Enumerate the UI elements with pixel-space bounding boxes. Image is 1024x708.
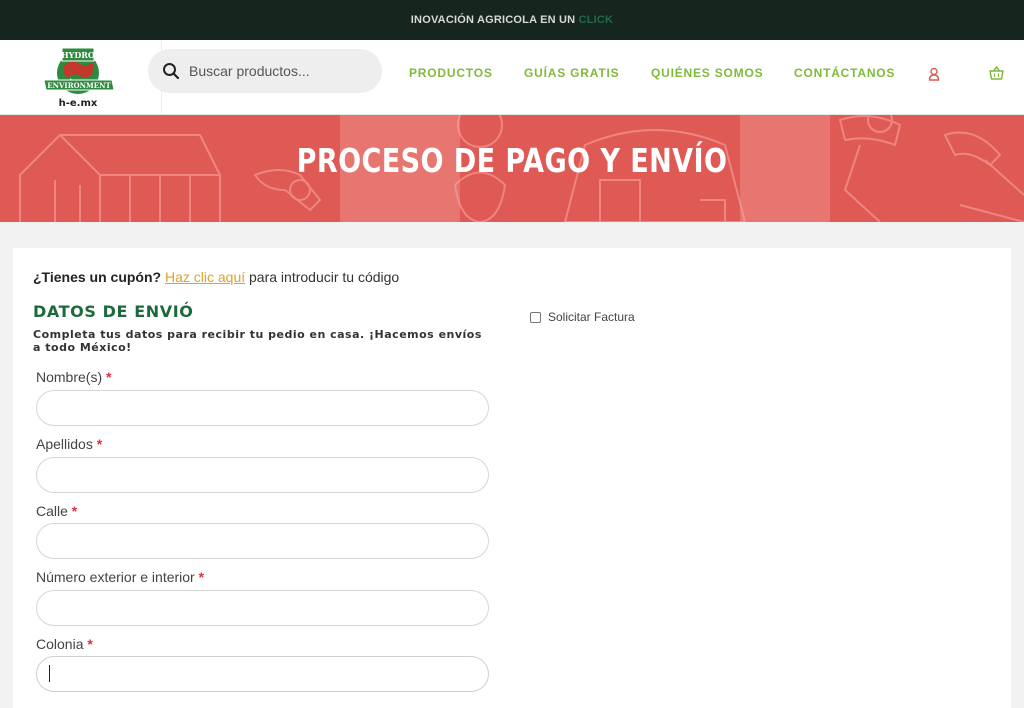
field-label-calle: Calle * xyxy=(36,503,77,519)
invoice-checkbox[interactable] xyxy=(530,311,541,323)
site-header: HYDRO ENVIRONMENT h-e.mx PRODUCTOS GUÍAS… xyxy=(0,40,1024,115)
nav-quienes-somos[interactable]: QUIÉNES SOMOS xyxy=(651,66,763,80)
field-label-text: Número exterior e interior xyxy=(36,569,195,585)
field-label-nombre: Nombre(s) * xyxy=(36,369,111,385)
field-label-text: Nombre(s) xyxy=(36,369,103,385)
page-title: PROCESO DE PAGO Y ENVÍO xyxy=(296,141,728,180)
logo-band-text: ENVIRONMENT xyxy=(47,81,111,90)
field-label-text: Colonia xyxy=(36,636,84,652)
field-label-numero: Número exterior e interior * xyxy=(36,569,204,585)
user-icon[interactable] xyxy=(928,67,940,81)
field-label-text: Calle xyxy=(36,503,68,519)
cart-icon[interactable] xyxy=(989,66,1004,80)
numero-input[interactable] xyxy=(36,590,489,626)
search-icon[interactable] xyxy=(162,62,180,80)
coupon-question: ¿Tienes un cupón? xyxy=(33,269,162,285)
field-label-apellidos: Apellidos * xyxy=(36,436,102,452)
field-label-text: Apellidos xyxy=(36,436,93,452)
page-banner: PROCESO DE PAGO Y ENVÍO xyxy=(0,115,1024,222)
checkout-card: ¿Tienes un cupón? Haz clic aquí para int… xyxy=(13,248,1011,708)
invoice-label[interactable]: Solicitar Factura xyxy=(548,310,635,324)
nombre-input[interactable] xyxy=(36,390,489,426)
nav-guias-gratis[interactable]: GUÍAS GRATIS xyxy=(524,66,619,80)
required-mark: * xyxy=(198,569,205,585)
announcement-main: INOVACIÓN AGRICOLA EN UN xyxy=(410,14,576,26)
nav-productos[interactable]: PRODUCTOS xyxy=(409,66,493,80)
logo-graphic: HYDRO ENVIRONMENT h-e.mx xyxy=(43,47,115,109)
required-mark: * xyxy=(106,369,112,385)
coupon-link[interactable]: Haz clic aquí xyxy=(165,269,245,285)
coupon-notice: ¿Tienes un cupón? Haz clic aquí para int… xyxy=(33,269,399,285)
nav-contactanos[interactable]: CONTÁCTANOS xyxy=(794,66,895,80)
announcement-accent: CLICK xyxy=(578,14,614,26)
site-logo[interactable]: HYDRO ENVIRONMENT h-e.mx xyxy=(40,46,124,110)
logo-top-text: HYDRO xyxy=(61,50,95,60)
announcement-text: INOVACIÓN AGRICOLA EN UN CLICK xyxy=(411,14,613,26)
shipping-subtitle: Completa tus datos para recibir tu pedio… xyxy=(33,328,482,354)
search-bar[interactable] xyxy=(148,49,382,93)
required-mark: * xyxy=(71,503,78,519)
logo-domain-text: h-e.mx xyxy=(59,98,98,109)
invoice-option[interactable]: Solicitar Factura xyxy=(530,310,635,324)
coupon-rest: para introducir tu código xyxy=(245,269,400,285)
required-mark: * xyxy=(87,636,93,652)
text-cursor xyxy=(49,665,50,682)
colonia-input[interactable] xyxy=(36,656,489,692)
announcement-bar: INOVACIÓN AGRICOLA EN UN CLICK xyxy=(0,0,1024,40)
search-input[interactable] xyxy=(189,63,369,79)
field-label-colonia: Colonia * xyxy=(36,636,93,652)
apellidos-input[interactable] xyxy=(36,457,489,493)
required-mark: * xyxy=(96,436,103,452)
shipping-title: DATOS DE ENVIÓ xyxy=(33,302,194,321)
calle-input[interactable] xyxy=(36,523,489,559)
